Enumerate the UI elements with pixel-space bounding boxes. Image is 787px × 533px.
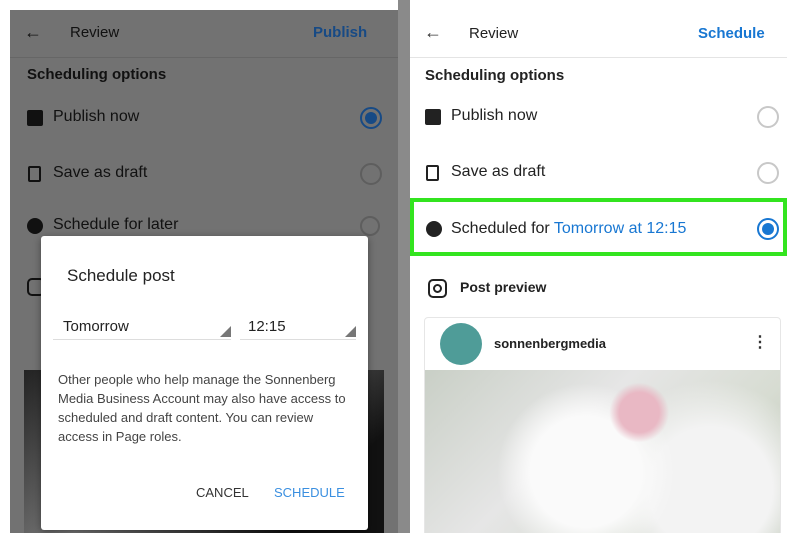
schedule-button[interactable]: Schedule: [698, 25, 765, 42]
post-image: [425, 370, 780, 533]
more-options-icon[interactable]: ⋮: [752, 332, 768, 352]
cancel-button[interactable]: CANCEL: [196, 485, 249, 500]
dropdown-triangle-icon: [220, 326, 231, 337]
clock-icon: [27, 218, 43, 234]
radio-save-draft[interactable]: [360, 163, 382, 185]
header: ← Review Schedule: [410, 8, 787, 58]
section-title: Scheduling options: [27, 66, 167, 83]
option-label: Publish now: [53, 108, 140, 125]
option-save-draft[interactable]: Save as draft: [27, 163, 387, 187]
dialog-body: Other people who help manage the Sonnenb…: [58, 372, 346, 444]
scheduled-prefix: Scheduled for: [451, 220, 554, 237]
post-preview-card: sonnenbergmedia ⋮: [424, 317, 781, 533]
option-label: Schedule for later: [53, 216, 179, 233]
option-label: Scheduled for Tomorrow at 12:15: [451, 220, 686, 238]
radio-save-draft[interactable]: [757, 162, 779, 184]
option-label: Publish now: [451, 107, 538, 124]
header-title: Review: [469, 25, 519, 42]
article-icon: [425, 109, 441, 125]
option-publish-now[interactable]: Publish now: [27, 107, 387, 131]
option-label: Save as draft: [53, 164, 148, 181]
right-screen: ← Review Schedule Scheduling options Pub…: [410, 0, 787, 533]
radio-publish-now[interactable]: [757, 106, 779, 128]
option-save-draft[interactable]: Save as draft: [425, 162, 780, 186]
schedule-button[interactable]: SCHEDULE: [274, 485, 345, 500]
dropdown-triangle-icon: [345, 326, 356, 337]
header: ← Review Publish: [10, 10, 398, 58]
back-arrow-icon[interactable]: ←: [424, 22, 442, 43]
draft-icon: [426, 165, 439, 181]
date-select[interactable]: Tomorrow: [53, 316, 231, 340]
option-label: Save as draft: [451, 163, 546, 180]
account-name[interactable]: sonnenbergmedia: [494, 336, 606, 351]
back-arrow-icon[interactable]: ←: [24, 22, 42, 43]
dialog-title: Schedule post: [67, 266, 175, 285]
option-publish-now[interactable]: Publish now: [425, 106, 780, 130]
radio-schedule-later[interactable]: [360, 216, 380, 236]
instagram-icon: [428, 279, 447, 298]
article-icon: [27, 110, 43, 126]
post-preview-title: Post preview: [460, 279, 547, 295]
section-title: Scheduling options: [425, 67, 565, 84]
account-avatar: [440, 323, 482, 365]
scheduled-time[interactable]: Tomorrow at 12:15: [554, 220, 687, 237]
time-value: 12:15: [248, 318, 286, 335]
header-title: Review: [70, 24, 120, 41]
option-schedule-later[interactable]: Schedule for later: [27, 216, 387, 236]
divider: [398, 0, 410, 533]
date-value: Tomorrow: [63, 318, 129, 335]
radio-publish-now[interactable]: [360, 107, 382, 129]
radio-scheduled[interactable]: [757, 218, 779, 240]
option-scheduled-highlight[interactable]: Scheduled for Tomorrow at 12:15: [410, 198, 787, 256]
time-select[interactable]: 12:15: [240, 316, 356, 340]
publish-button[interactable]: Publish: [313, 24, 367, 41]
draft-icon: [28, 166, 41, 182]
schedule-post-dialog: Schedule post Tomorrow 12:15 Other peopl…: [41, 236, 368, 530]
clock-icon: [426, 221, 442, 237]
